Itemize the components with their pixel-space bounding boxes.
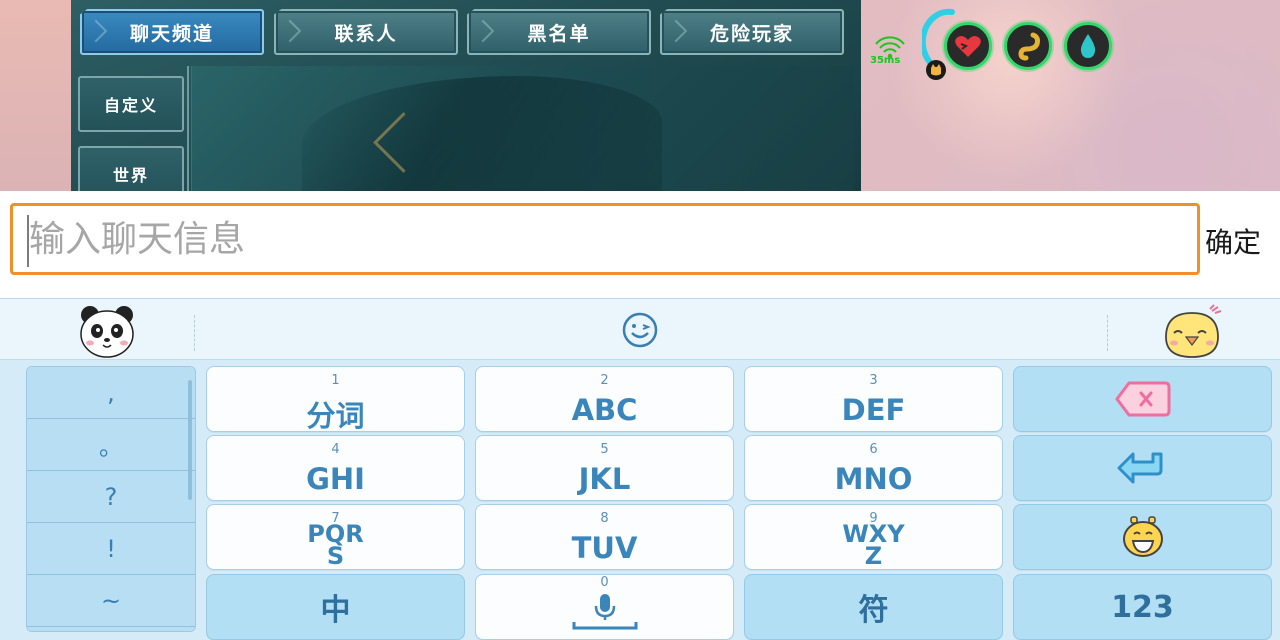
key-number: 8: [600, 511, 609, 526]
punctuation-key[interactable]: ,: [27, 367, 195, 419]
tab-chat-channel[interactable]: 聊天频道: [80, 9, 264, 55]
key-4[interactable]: 4 GHI: [206, 435, 465, 501]
key-label: DEF: [841, 393, 906, 427]
microphone-icon: [476, 575, 733, 639]
tab-dangerous-players[interactable]: 危险玩家: [660, 9, 844, 55]
punctuation-key[interactable]: ~: [27, 575, 195, 627]
channel-label: 世界: [112, 166, 149, 185]
tab-label: 聊天频道: [129, 22, 214, 45]
backspace-key[interactable]: [1013, 366, 1272, 432]
channel-custom[interactable]: 自定义: [78, 76, 184, 132]
punctuation-key[interactable]: 。: [27, 419, 195, 471]
tab-blacklist[interactable]: 黑名单: [467, 9, 651, 55]
key-8[interactable]: 8 TUV: [475, 504, 734, 570]
key-number: 6: [869, 442, 878, 457]
key-number: 2: [600, 373, 609, 388]
tab-contacts[interactable]: 联系人: [274, 9, 458, 55]
punctuation-key[interactable]: ?: [27, 471, 195, 523]
cat-badge-icon: [926, 60, 946, 80]
key-number: 5: [600, 442, 609, 457]
hunger-gauge: [1004, 22, 1052, 70]
emoji-key[interactable]: [1013, 504, 1272, 570]
key-1[interactable]: 1 分词: [206, 366, 465, 433]
punctuation-list[interactable]: , 。 ? ! ~: [26, 366, 196, 632]
key-label: TUV: [571, 531, 638, 565]
key-label: GHI: [306, 462, 365, 496]
grin-face-icon: [1014, 505, 1271, 569]
game-viewport: 聊天频道 联系人 黑名单 危险玩家 自定义 世界 35ms: [0, 0, 1280, 191]
backspace-icon: [1014, 367, 1271, 431]
tab-label: 危险玩家: [709, 22, 794, 45]
smiley-icon[interactable]: [621, 311, 659, 349]
key-label: JKL: [578, 462, 631, 496]
ime-keyboard: , 。 ? ! ~ 1 分词 2 ABC 3 DEF 4 GHI 5 JKL 6: [0, 298, 1280, 640]
toolbar-divider: [1107, 315, 1108, 351]
sidebar-divider: [187, 66, 189, 191]
numeric-mode-key[interactable]: 123: [1013, 574, 1272, 640]
stomach-icon: [1018, 32, 1040, 61]
chevron-right-icon: [84, 19, 108, 43]
health-gauge: [944, 22, 992, 70]
water-drop-icon: [1080, 34, 1096, 58]
key-number: 3: [869, 373, 878, 388]
game-background: [0, 0, 71, 191]
key-label: ABC: [571, 393, 638, 427]
punctuation-key[interactable]: !: [27, 523, 195, 575]
key-number: 4: [331, 442, 340, 457]
chat-message-area: [191, 66, 854, 191]
keyboard-toolbar: [0, 298, 1280, 360]
channel-label: 自定义: [103, 96, 158, 115]
space-key[interactable]: 0: [475, 574, 734, 640]
text-caret: [27, 215, 29, 267]
enter-arrow-icon: [1014, 436, 1271, 500]
ping-readout: 35ms: [870, 55, 901, 66]
wifi-signal-icon: [875, 36, 905, 59]
hud: 35ms: [868, 6, 1128, 86]
enter-key[interactable]: [1013, 435, 1272, 501]
tab-label: 黑名单: [527, 22, 591, 45]
chevron-right-icon: [278, 19, 302, 43]
punctuation-scrollbar[interactable]: [188, 380, 192, 500]
key-label: MNO: [834, 462, 913, 496]
symbol-key[interactable]: 符: [744, 574, 1003, 640]
chevron-right-icon: [471, 19, 495, 43]
key-label: 分词: [306, 399, 365, 433]
key-6[interactable]: 6 MNO: [744, 435, 1003, 501]
key-label: 123: [1111, 589, 1174, 625]
language-switch-key[interactable]: 中: [206, 574, 465, 640]
key-3[interactable]: 3 DEF: [744, 366, 1003, 432]
chevron-right-icon: [664, 19, 688, 43]
key-label: 符: [858, 593, 889, 628]
key-9[interactable]: 9 WXY Z: [744, 504, 1003, 570]
tab-label: 联系人: [334, 22, 398, 45]
key-number: 1: [331, 373, 340, 388]
key-label: 中: [320, 593, 351, 628]
chat-input-row: 确定: [0, 191, 1280, 298]
heart-icon: [955, 36, 981, 57]
chick-emoji-icon[interactable]: [1160, 303, 1226, 361]
channel-world[interactable]: 世界: [78, 146, 184, 191]
key-7[interactable]: 7 PQR S: [206, 504, 465, 570]
chat-panel: 聊天频道 联系人 黑名单 危险玩家 自定义 世界: [71, 0, 861, 191]
thirst-gauge: [1064, 22, 1112, 70]
key-label: WXY Z: [842, 520, 905, 570]
key-label: PQR S: [307, 520, 364, 570]
panda-emoji-icon[interactable]: [78, 303, 136, 359]
confirm-button[interactable]: 确定: [1205, 221, 1261, 261]
toolbar-divider: [194, 315, 195, 351]
chat-message-input[interactable]: [10, 203, 1200, 275]
key-5[interactable]: 5 JKL: [475, 435, 734, 501]
key-2[interactable]: 2 ABC: [475, 366, 734, 432]
